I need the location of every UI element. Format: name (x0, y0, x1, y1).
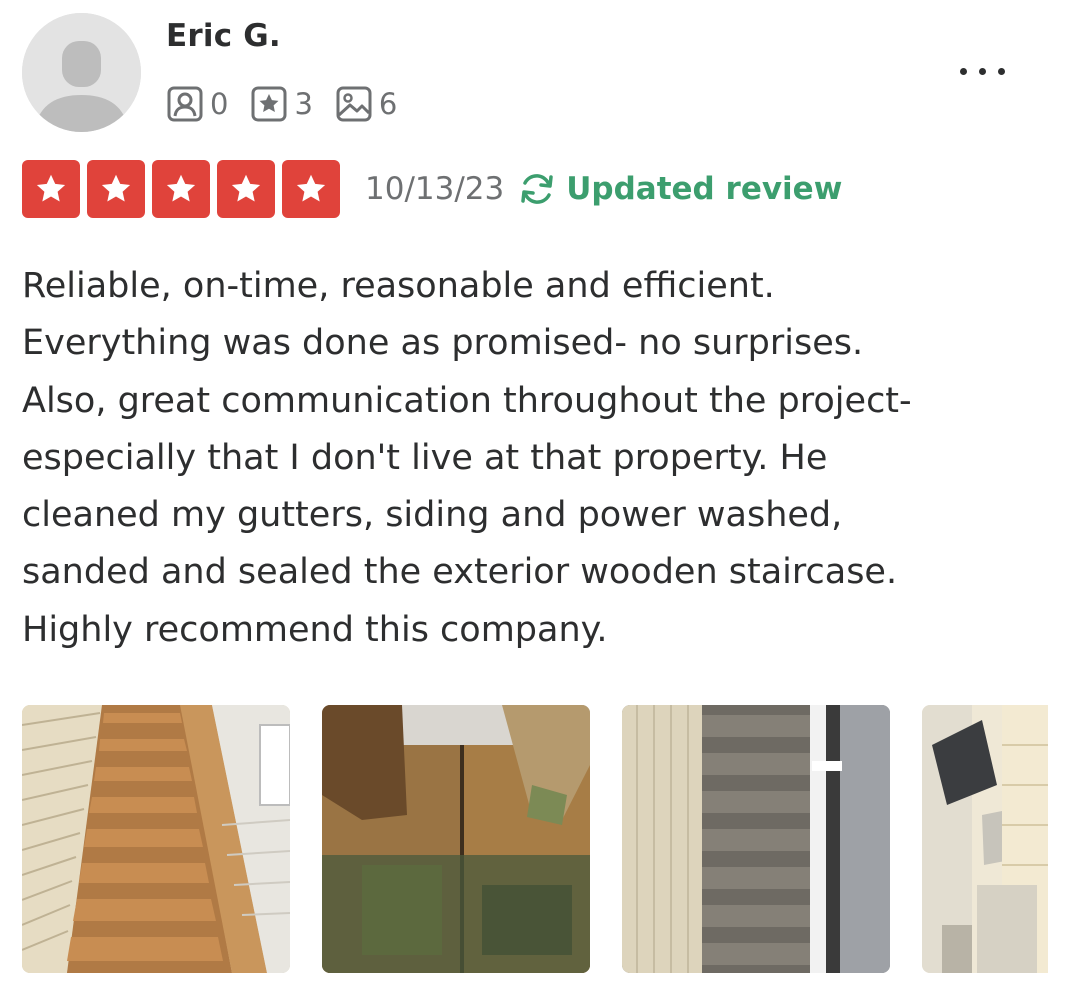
photos-stat: 6 (335, 85, 397, 123)
friends-stat: 0 (166, 85, 228, 123)
default-user-icon (22, 13, 141, 132)
more-dot-icon (997, 67, 1005, 75)
deck-photo-image (322, 705, 590, 973)
photos-icon (336, 86, 372, 122)
more-options-button[interactable] (944, 52, 1020, 90)
review-photo[interactable] (922, 705, 1048, 973)
updated-review-link[interactable]: Updated review (516, 168, 842, 210)
review-photos (22, 705, 1048, 973)
refresh-icon (521, 174, 553, 204)
staircase-photo-image (22, 705, 290, 973)
review-photo[interactable] (22, 705, 290, 973)
review-photo[interactable] (322, 705, 590, 973)
review-text: Reliable, on-time, reasonable and effici… (22, 266, 912, 650)
star-icon (152, 160, 210, 218)
updated-review-label: Updated review (566, 171, 843, 207)
review-photo[interactable] (622, 705, 890, 973)
friends-count: 0 (210, 87, 229, 121)
star-icon (282, 160, 340, 218)
avatar[interactable] (22, 13, 141, 132)
rating-row: 10/13/23 Updated review (22, 160, 842, 218)
star-icon (22, 160, 80, 218)
star-rating (22, 160, 347, 218)
reviews-stat: 3 (250, 85, 313, 123)
user-name[interactable]: Eric G. (166, 18, 281, 54)
building-photo-image (922, 705, 1048, 973)
more-dot-icon (959, 67, 967, 75)
more-dot-icon (978, 67, 986, 75)
friends-icon (167, 86, 203, 122)
reviews-count: 3 (294, 87, 313, 121)
star-icon (217, 160, 275, 218)
gutter-photo-image (622, 705, 890, 973)
reviews-icon (251, 86, 287, 122)
star-icon (87, 160, 145, 218)
user-stats: 0 3 6 (166, 84, 419, 124)
photos-count: 6 (378, 87, 398, 121)
review-date: 10/13/23 (365, 171, 505, 207)
